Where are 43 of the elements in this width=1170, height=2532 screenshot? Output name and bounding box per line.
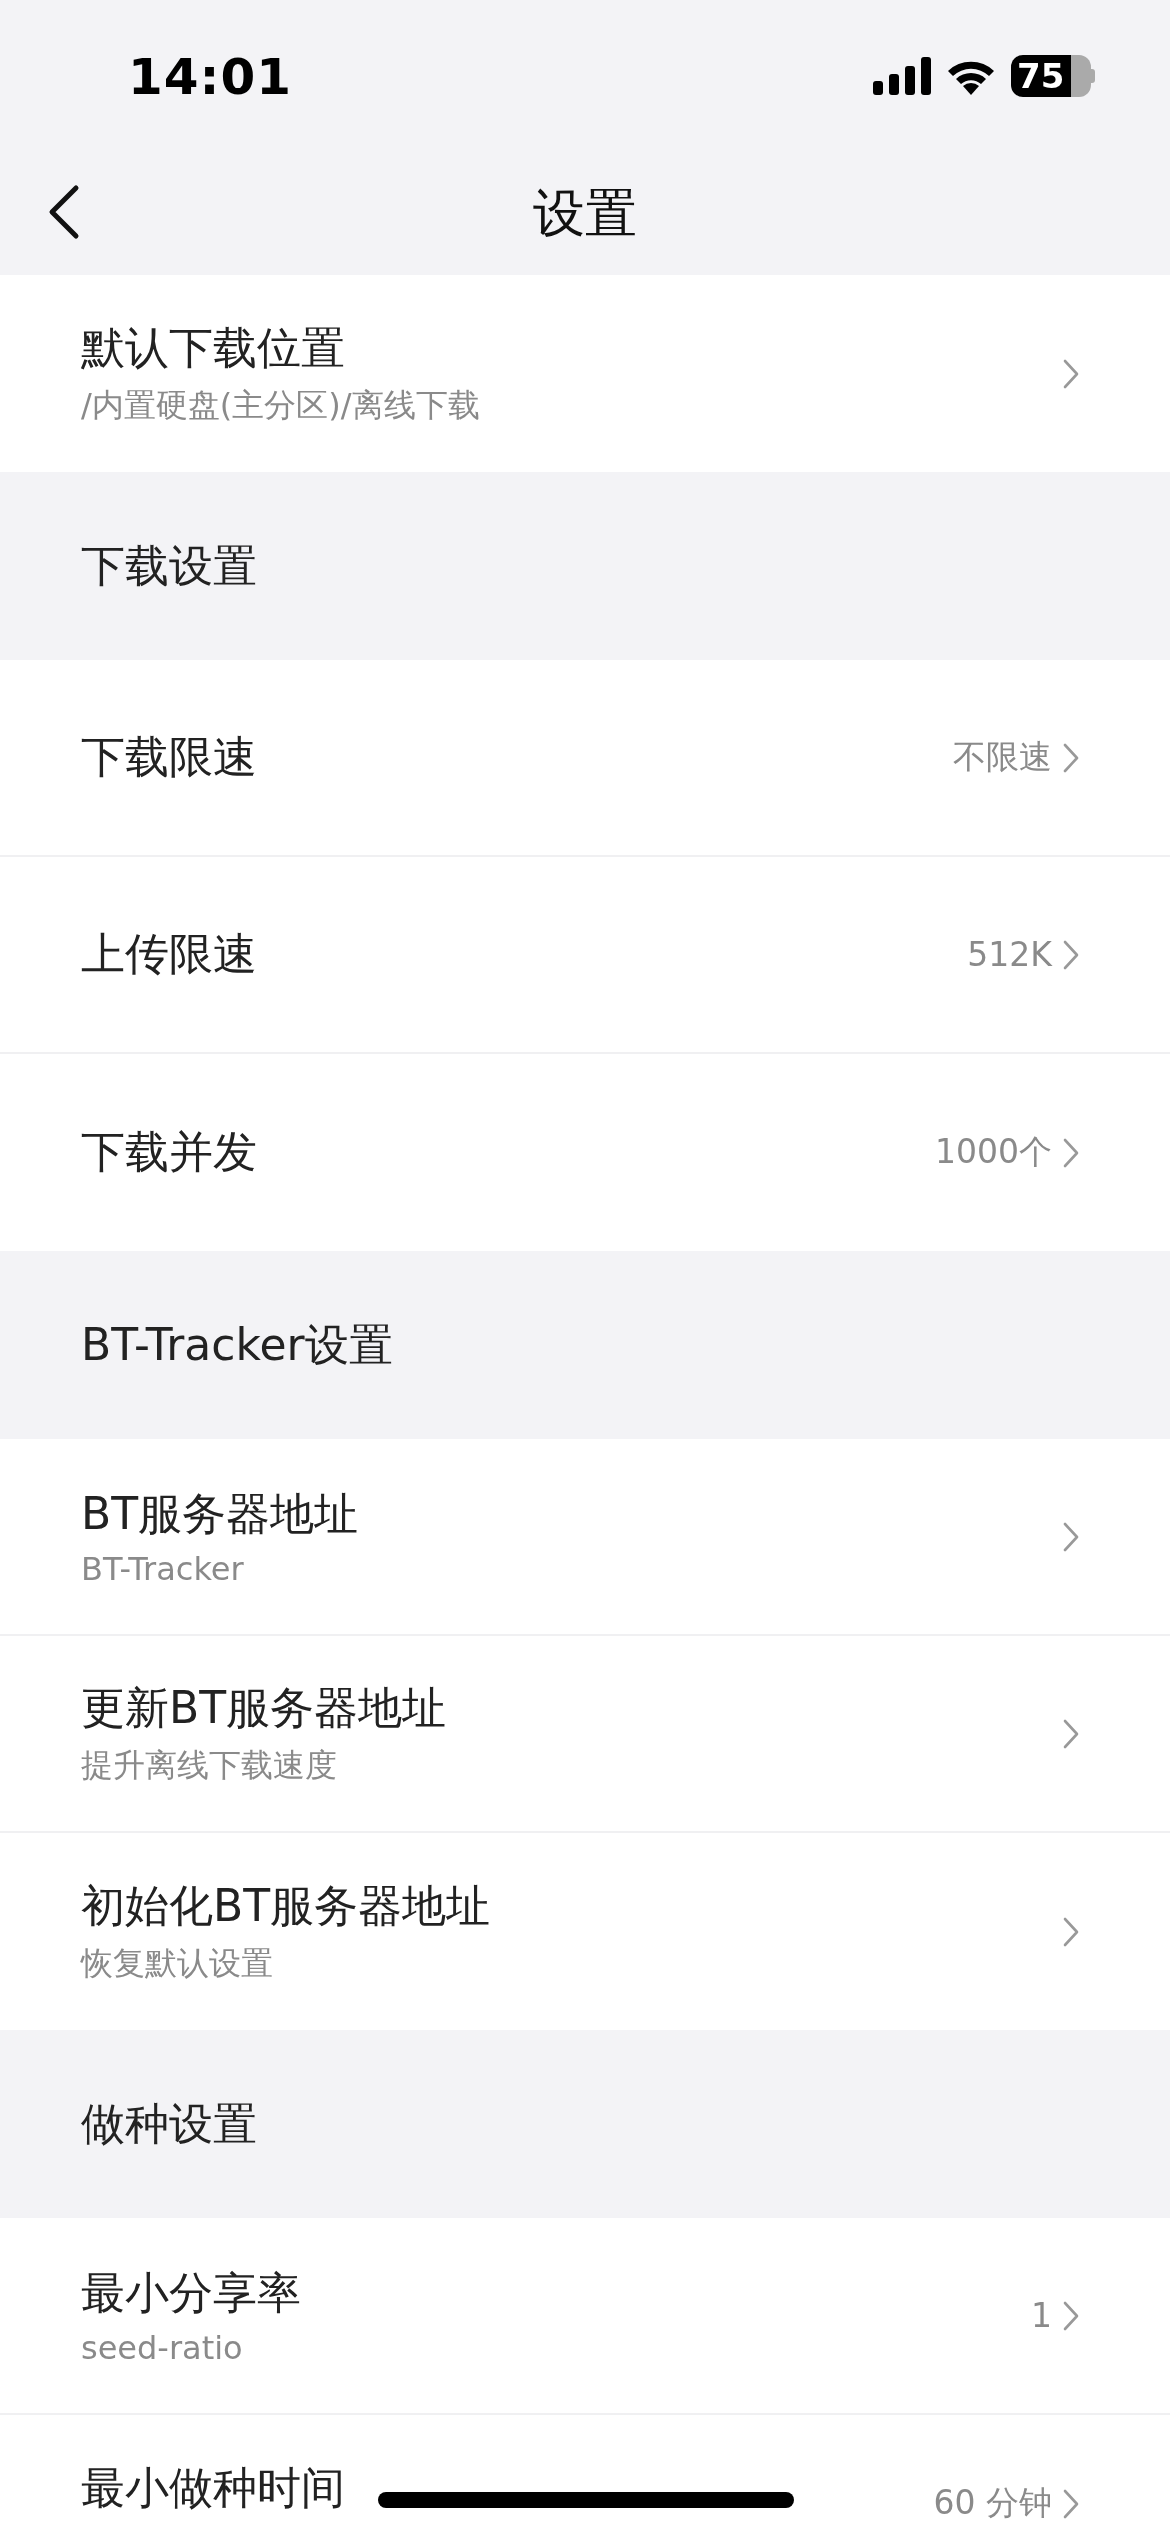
row-value: 1000个 [935,1131,1052,1173]
row-subtitle: seed-ratio [81,2329,244,2367]
chevron-icon [1062,2487,1080,2520]
row-subtitle: /内置硬盘(主分区)/离线下载 [81,385,480,426]
row-value: 512K [967,935,1052,974]
chevron-icon [1062,1520,1080,1553]
row-title: 上传限速 [81,927,257,981]
settings-row[interactable]: 上传限速 512K [0,857,1170,1054]
chevron-icon [1062,741,1080,774]
settings-row[interactable]: 下载并发 1000个 [0,1054,1170,1251]
row-value: 60 分钟 [933,2482,1052,2524]
row-subtitle: 恢复默认设置 [81,1943,274,1984]
chevron-icon [1062,1915,1080,1948]
row-title: 下载限速 [81,730,257,784]
settings-row[interactable]: 最小分享率 seed-ratio 1 [0,2218,1170,2415]
settings-row[interactable]: 最小做种时间 60 分钟 [0,2415,1170,2532]
row-title: 初始化BT服务器地址 [81,1879,491,1933]
row-value: 1 [1031,2296,1052,2335]
row-subtitle: BT-Tracker [81,1550,245,1588]
settings-row[interactable]: 下载限速 不限速 [0,660,1170,857]
section-header: 做种设置 [81,2096,257,2151]
signal-icon [873,57,931,95]
settings-row[interactable]: 初始化BT服务器地址 恢复默认设置 [0,1833,1170,2030]
settings-row[interactable]: BT服务器地址 BT-Tracker [0,1439,1170,1636]
row-title: 下载并发 [81,1125,257,1179]
settings-row[interactable]: 默认下载位置 /内置硬盘(主分区)/离线下载 [0,275,1170,472]
row-title: BT服务器地址 [81,1487,359,1541]
section-header: BT-Tracker设置 [81,1317,393,1372]
chevron-icon [1062,2299,1080,2332]
chevron-icon [1062,357,1080,390]
row-title: 最小分享率 [81,2266,301,2320]
chevron-icon [1062,938,1080,971]
chevron-icon [1062,1717,1080,1750]
page-title: 设置 [533,181,637,245]
row-value: 不限速 [953,736,1052,778]
row-title: 更新BT服务器地址 [81,1681,447,1735]
row-title: 默认下载位置 [81,321,346,375]
section-header: 下载设置 [81,538,257,593]
chevron-icon [1062,1136,1080,1169]
row-title: 最小做种时间 [81,2461,345,2515]
status-time: 14:01 [128,47,294,106]
settings-row[interactable]: 更新BT服务器地址 提升离线下载速度 [0,1636,1170,1833]
row-subtitle: 提升离线下载速度 [81,1745,338,1786]
